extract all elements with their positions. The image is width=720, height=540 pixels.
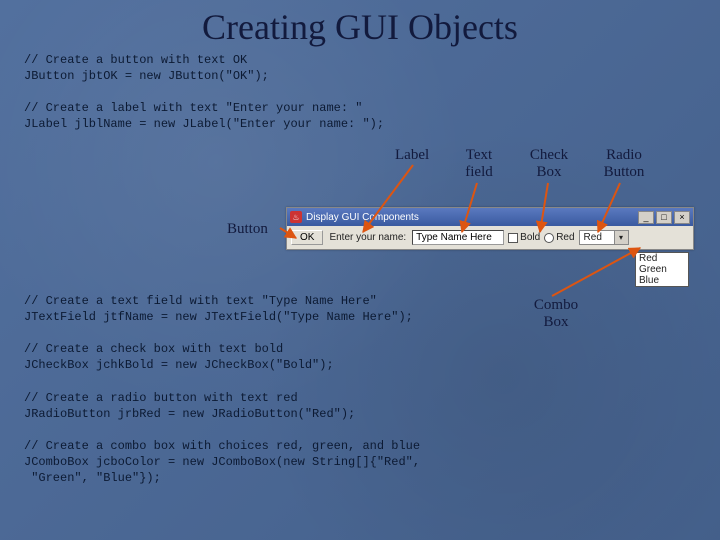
annotation-checkbox: Check Box (523, 147, 575, 182)
bold-checkbox[interactable]: Bold (508, 232, 540, 243)
slide-title: Creating GUI Objects (0, 0, 720, 48)
ok-button[interactable]: OK (291, 230, 323, 245)
combobox-dropdown[interactable]: Red Green Blue (635, 252, 689, 287)
code-line: // Create a combo box with choices red, … (24, 438, 420, 454)
code-line: JButton jbtOK = new JButton("OK"); (24, 68, 269, 84)
code-line: JTextField jtfName = new JTextField("Typ… (24, 309, 413, 325)
annotation-line: Radio (606, 147, 642, 163)
annotation-line: Box (543, 314, 568, 330)
name-textfield[interactable] (412, 230, 504, 245)
annotation-line: Combo (534, 297, 578, 313)
code-block-textfield: // Create a text field with text "Type N… (24, 293, 413, 325)
maximize-button[interactable]: □ (656, 211, 672, 224)
code-line: JLabel jlblName = new JLabel("Enter your… (24, 116, 384, 132)
name-label: Enter your name: (327, 232, 408, 243)
chevron-down-icon: ▾ (614, 231, 628, 244)
code-line: // Create a check box with text bold (24, 341, 334, 357)
code-line: JCheckBox jchkBold = new JCheckBox("Bold… (24, 357, 334, 373)
combobox-option[interactable]: Red (636, 253, 688, 264)
annotation-line: field (465, 164, 493, 180)
component-row: OK Enter your name: Bold Red Red ▾ (287, 226, 693, 249)
combobox-option[interactable]: Blue (636, 275, 688, 286)
java-window: ♨ Display GUI Components _ □ × OK Enter … (286, 207, 694, 250)
code-line: // Create a radio button with text red (24, 390, 355, 406)
combobox-value: Red (580, 231, 614, 244)
code-line: // Create a label with text "Enter your … (24, 100, 384, 116)
code-block-button: // Create a button with text OK JButton … (24, 52, 269, 84)
annotation-line: Text (466, 147, 492, 163)
code-block-combobox: // Create a combo box with choices red, … (24, 438, 420, 487)
code-block-checkbox: // Create a check box with text bold JCh… (24, 341, 334, 373)
combobox-option[interactable]: Green (636, 264, 688, 275)
annotation-radiobutton: Radio Button (596, 147, 652, 182)
annotation-button: Button (227, 221, 268, 238)
annotation-textfield: Text field (457, 147, 501, 182)
code-line: JRadioButton jrbRed = new JRadioButton("… (24, 406, 355, 422)
code-line: "Green", "Blue"}); (24, 470, 420, 486)
arrow-to-combobox (552, 248, 640, 296)
code-line: // Create a text field with text "Type N… (24, 293, 413, 309)
annotation-line: Check (530, 147, 568, 163)
color-combobox[interactable]: Red ▾ (579, 230, 629, 245)
radio-dot-icon (544, 233, 554, 243)
code-block-label: // Create a label with text "Enter your … (24, 100, 384, 132)
red-radiobutton[interactable]: Red (544, 232, 574, 243)
window-title: Display GUI Components (306, 212, 636, 223)
minimize-button[interactable]: _ (638, 211, 654, 224)
close-button[interactable]: × (674, 211, 690, 224)
annotation-label: Label (395, 147, 429, 164)
titlebar: ♨ Display GUI Components _ □ × (287, 208, 693, 226)
annotation-line: Button (604, 164, 645, 180)
radio-label: Red (556, 232, 574, 243)
code-line: JComboBox jcboColor = new JComboBox(new … (24, 454, 420, 470)
annotation-line: Box (536, 164, 561, 180)
code-line: // Create a button with text OK (24, 52, 269, 68)
checkbox-label: Bold (520, 232, 540, 243)
checkbox-box-icon (508, 233, 518, 243)
annotation-combobox: Combo Box (528, 297, 584, 332)
code-block-radiobutton: // Create a radio button with text red J… (24, 390, 355, 422)
java-icon: ♨ (290, 211, 302, 223)
